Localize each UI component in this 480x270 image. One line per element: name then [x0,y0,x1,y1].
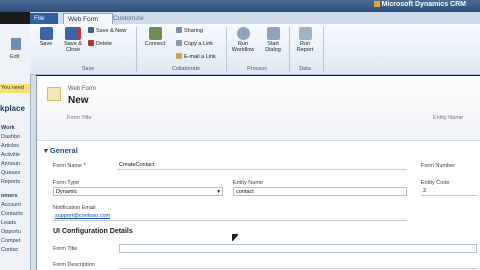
group-process: Process [247,66,267,72]
ribbon-tabs: File Web Form Customize [30,12,480,25]
sharing-button[interactable]: Sharing [176,27,203,36]
section-general-heading[interactable]: ▾ General [44,146,78,155]
entity-type: Web Form [68,86,96,92]
connect-button[interactable]: Connect [142,27,168,47]
save-new-icon [88,27,94,33]
nav-item-announcements[interactable]: Announ [1,161,20,167]
notification-email-link[interactable]: support@contoso.com [55,213,110,219]
nav-item-reports[interactable]: Reports [1,179,20,185]
crm-window: Microsoft Dynamics CRM File Web Form Cus… [0,0,480,270]
form-name-field[interactable]: CreateContact [117,161,407,170]
form-description-label: Form Description [53,262,95,268]
sharing-icon [176,27,182,33]
nav-item-articles[interactable]: Articles [1,143,19,149]
nav-item-accounts[interactable]: Account [1,202,21,208]
workplace-heading: kplace [0,104,25,113]
ribbon-separator [323,27,324,72]
save-icon [39,27,53,40]
form-header: Web Form New Form Title Entity Name [37,76,480,141]
ribbon-separator [136,27,137,72]
form-window: Web Form New Form Title Entity Name ▾ Ge… [36,76,480,270]
ribbon-separator [226,27,227,72]
notification-bar: You need [0,84,30,93]
ui-configuration-heading: UI Configuration Details [53,228,133,235]
section-general-label: General [49,146,78,155]
nav-item-activities[interactable]: Activitie [1,152,20,158]
nav-item-contacts[interactable]: Contacts [1,211,23,217]
workflow-icon [236,27,250,40]
email-link-button[interactable]: E-mail a Link [176,53,216,62]
save-close-label-2: Close [65,47,81,53]
form-type-select[interactable]: Dynamic ▾ [53,187,223,196]
delete-label: Delete [96,41,112,47]
record-title: New [68,95,89,106]
nav-item-opportunities[interactable]: Opportu [1,229,21,235]
save-new-button[interactable]: Save & New [88,27,126,36]
form-description-field[interactable] [119,260,477,269]
title-bar: Microsoft Dynamics CRM [0,0,480,12]
copy-link-label: Copy a Link [184,41,214,47]
group-data: Data [299,66,311,72]
web-form-icon [47,87,61,101]
copy-link-button[interactable]: Copy a Link [176,40,213,49]
nav-item-leads[interactable]: Leads [1,220,16,226]
connect-icon [148,27,162,40]
save-close-button[interactable]: Save & Close [62,27,84,53]
edit-button[interactable]: Edit [10,54,19,60]
ribbon-separator [289,27,290,72]
group-collaborate: Collaborate [171,66,201,72]
mouse-cursor-icon [232,234,238,243]
nav-item-competitors[interactable]: Compet [1,238,20,244]
save-close-icon [65,27,81,40]
nav-group-work: Work [1,125,15,131]
delete-icon [88,40,94,46]
entity-code-label: Entity Code [421,180,450,186]
form-name-label: Form Name * [53,163,86,169]
header-form-title-label: Form Title [67,115,92,121]
nav-item-contracts[interactable]: Contac [1,247,18,253]
entity-code-field[interactable]: 2 [421,187,477,196]
app-brand: Microsoft Dynamics CRM [374,1,466,8]
save-label: Save [39,41,53,47]
dialog-icon [266,27,280,40]
run-workflow-button[interactable]: Run Workflow [230,27,256,53]
form-type-label: Form Type [53,180,80,186]
left-navigation: Edit You need kplace Work Dashbo Article… [0,24,31,270]
sharing-label: Sharing [184,28,203,34]
entity-name-field-label: Entity Name [233,180,263,186]
form-title-field-label: Form Title [53,246,78,252]
link-icon [176,40,182,46]
notification-email-label: Notification Email [53,205,96,211]
start-dialog-button[interactable]: Start Dialog [262,27,284,53]
form-type-value: Dynamic [56,189,78,195]
ribbon: Save Save & Close Save & New Delete Save… [30,24,480,75]
delete-button[interactable]: Delete [88,40,112,49]
header-entity-name-label: Entity Name [433,115,463,121]
tab-file[interactable]: File [30,13,58,24]
edit-icon[interactable] [11,38,21,50]
form-number-label: Form Number [421,163,455,169]
nav-group-customers: omers [1,193,18,199]
run-report-button[interactable]: Run Report [292,27,318,53]
chevron-down-icon: ▾ [217,189,220,195]
start-dialog-label-2: Dialog [265,47,281,53]
report-icon [298,27,312,40]
nav-item-dashboards[interactable]: Dashbo [1,134,20,140]
email-icon [176,53,182,59]
nav-item-queues[interactable]: Queues [1,170,20,176]
email-link-label: E-mail a Link [184,54,216,60]
notification-email-field[interactable]: support@contoso.com [53,212,407,221]
form-title-field[interactable] [119,244,477,253]
group-save: Save [81,66,95,72]
tab-customize[interactable]: Customize [109,13,148,24]
save-button[interactable]: Save [38,27,54,47]
run-workflow-label-2: Workflow [231,47,255,53]
save-new-label: Save & New [96,28,127,34]
connect-label: Connect [144,41,166,47]
entity-name-field[interactable]: contact [233,187,407,196]
run-report-label-2: Report [296,47,314,53]
